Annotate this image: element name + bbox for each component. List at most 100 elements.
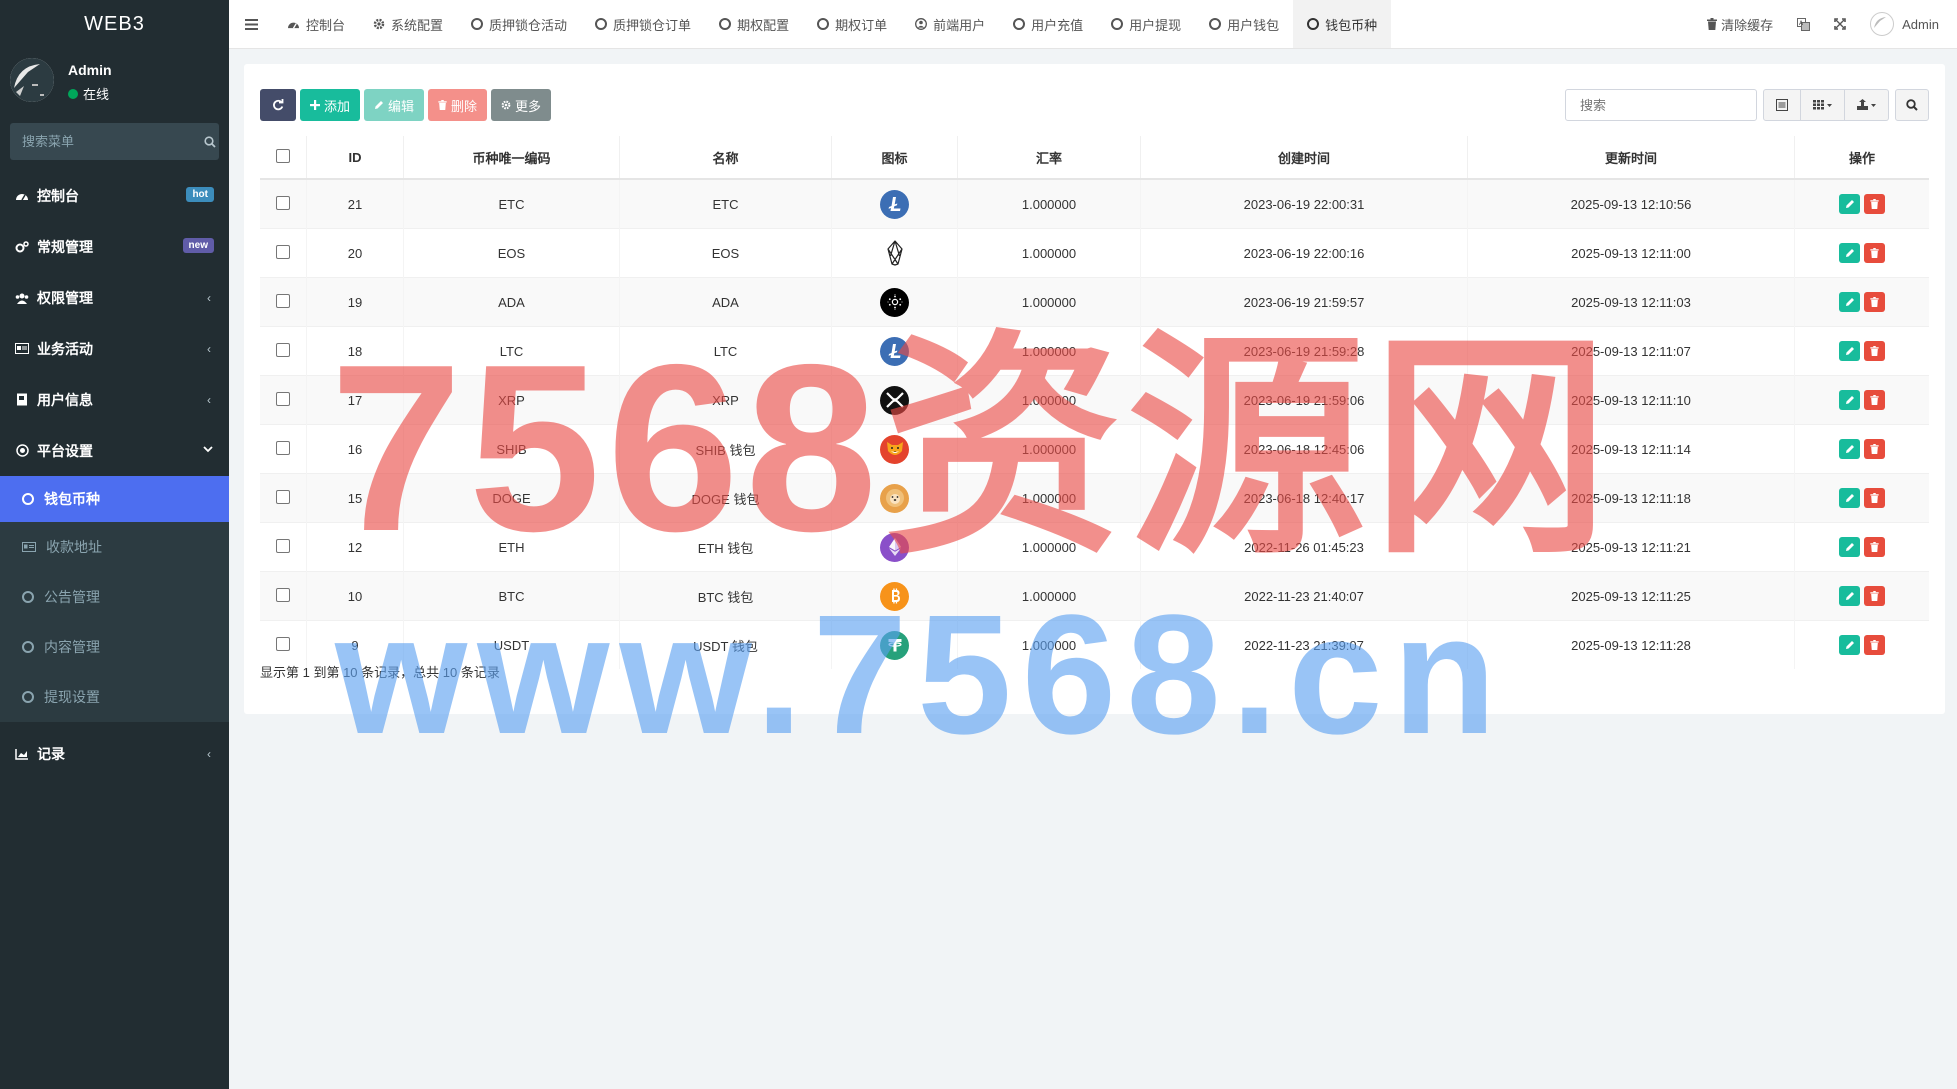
row-delete-button[interactable] [1864, 341, 1885, 361]
sidebar-item-records[interactable]: 记录 ‹ [0, 728, 229, 779]
col-header[interactable]: 图标 [831, 136, 958, 180]
row-checkbox[interactable] [276, 587, 290, 602]
add-button[interactable]: 添加 [300, 89, 361, 121]
row-checkbox[interactable] [276, 440, 290, 455]
table-search [1565, 89, 1757, 121]
sidebar-subitem-wallet-currency[interactable]: 钱包币种 [0, 476, 229, 522]
app-logo[interactable]: WEB3 [0, 0, 229, 48]
col-header[interactable]: 币种唯一编码 [403, 136, 620, 180]
col-header[interactable]: 创建时间 [1140, 136, 1468, 180]
row-delete-button[interactable] [1864, 243, 1885, 263]
tab-wallet-currency[interactable]: 钱包币种 [1293, 0, 1392, 48]
litecoin-icon [880, 336, 909, 366]
row-select-cell [260, 277, 307, 327]
sidebar-subitem-payment-address[interactable]: 收款地址 [0, 522, 229, 572]
row-edit-button[interactable] [1839, 439, 1860, 459]
refresh-button[interactable] [260, 89, 296, 121]
sidebar-item-permission[interactable]: 权限管理 ‹ [0, 272, 229, 323]
row-checkbox[interactable] [276, 293, 290, 308]
row-edit-button[interactable] [1839, 537, 1860, 557]
columns-button[interactable] [1801, 89, 1845, 121]
sidebar-item-business[interactable]: 业务活动 ‹ [0, 323, 229, 374]
col-header[interactable]: ID [306, 136, 404, 180]
row-checkbox[interactable] [276, 538, 290, 553]
tab-frontend-users[interactable]: 前端用户 [901, 0, 999, 48]
row-edit-button[interactable] [1839, 243, 1860, 263]
sidebar-search-input[interactable] [10, 133, 200, 150]
row-delete-button[interactable] [1864, 194, 1885, 214]
trash-icon [1870, 297, 1879, 307]
sidebar-item-dashboard[interactable]: 控制台 hot [0, 170, 229, 221]
row-checkbox[interactable] [276, 489, 290, 504]
row-delete-button[interactable] [1864, 537, 1885, 557]
tab-options-orders[interactable]: 期权订单 [803, 0, 901, 48]
table-row[interactable]: 17 XRP XRP 1.000000 2023-06-19 21:59:06 2025-… [260, 375, 1929, 425]
tab-system-config[interactable]: 系统配置 [359, 0, 457, 48]
select-all-header [260, 136, 307, 180]
row-edit-button[interactable] [1839, 341, 1860, 361]
row-delete-button[interactable] [1864, 488, 1885, 508]
table-row[interactable]: 12 ETH ETH 钱包 1.000000 2022-11-26 01:45:23 20… [260, 522, 1929, 572]
tab-staking-orders[interactable]: 质押锁仓订单 [581, 0, 705, 48]
table-row[interactable]: 21 ETC ETC 1.000000 2023-06-19 22:00:31 2025-… [260, 178, 1929, 229]
table-row[interactable]: 18 LTC LTC 1.000000 2023-06-19 21:59:28 2025-… [260, 326, 1929, 376]
search-button[interactable] [1895, 89, 1929, 121]
row-checkbox[interactable] [276, 342, 290, 357]
row-edit-button[interactable] [1839, 586, 1860, 606]
sidebar-subitem-content[interactable]: 内容管理 [0, 622, 229, 672]
tab-user-withdraw[interactable]: 用户提现 [1097, 0, 1195, 48]
row-checkbox[interactable] [276, 636, 290, 651]
table-search-input[interactable] [1578, 96, 1744, 114]
tab-options-config[interactable]: 期权配置 [705, 0, 803, 48]
tab-dashboard[interactable]: 控制台 [273, 0, 359, 48]
cell-name: ETH 钱包 [619, 522, 832, 572]
table-row[interactable]: 19 ADA ADA 1.000000 2023-06-19 21:59:57 2025-… [260, 277, 1929, 327]
row-edit-button[interactable] [1839, 488, 1860, 508]
trash-icon [438, 100, 447, 110]
tab-user-recharge[interactable]: 用户充值 [999, 0, 1097, 48]
row-delete-button[interactable] [1864, 635, 1885, 655]
row-checkbox[interactable] [276, 244, 290, 259]
col-header[interactable]: 名称 [619, 136, 832, 180]
admin-menu[interactable]: Admin [1858, 0, 1957, 48]
row-edit-button[interactable] [1839, 194, 1860, 214]
row-edit-button[interactable] [1839, 390, 1860, 410]
sidebar-item-platform[interactable]: 平台设置 [0, 425, 229, 476]
table-row[interactable]: 10 BTC BTC 钱包 1.000000 2022-11-23 21:40:07 20… [260, 571, 1929, 621]
tab-staking-activity[interactable]: 质押锁仓活动 [457, 0, 581, 48]
row-delete-button[interactable] [1864, 439, 1885, 459]
sidebar-item-general[interactable]: 常规管理 new [0, 221, 229, 272]
sidebar-item-userinfo[interactable]: 用户信息 ‹ [0, 374, 229, 425]
select-all-checkbox[interactable] [276, 148, 290, 163]
table-row[interactable]: 15 DOGE DOGE 钱包 1.000000 2023-06-18 12:40:17… [260, 473, 1929, 523]
row-checkbox[interactable] [276, 391, 290, 406]
row-edit-button[interactable] [1839, 292, 1860, 312]
col-header[interactable]: 汇率 [957, 136, 1141, 180]
table-row[interactable]: 16 SHIB SHIB 钱包 1.000000 2023-06-18 12:45:06… [260, 424, 1929, 474]
trash-icon [1870, 199, 1879, 209]
cardano-icon [880, 287, 909, 317]
edit-button[interactable]: 编辑 [364, 89, 425, 121]
tab-user-wallet[interactable]: 用户钱包 [1195, 0, 1293, 48]
delete-button[interactable]: 删除 [428, 89, 488, 121]
row-checkbox[interactable] [276, 195, 290, 210]
table-row[interactable]: 20 EOS EOS 1.000000 2023-06-19 22:00:16 2025-… [260, 228, 1929, 278]
cell-rate: 1.000000 [957, 277, 1141, 327]
row-delete-button[interactable] [1864, 292, 1885, 312]
col-header[interactable]: 更新时间 [1467, 136, 1795, 180]
menu-toggle-icon[interactable] [229, 0, 273, 48]
sidebar-subitem-withdraw-settings[interactable]: 提现设置 [0, 672, 229, 722]
table-row[interactable]: 9 USDT USDT 钱包 1.000000 2022-11-23 21:39:07 2… [260, 620, 1929, 669]
row-delete-button[interactable] [1864, 390, 1885, 410]
search-icon[interactable] [200, 135, 219, 148]
translate-icon[interactable]: A [1785, 0, 1822, 48]
row-edit-button[interactable] [1839, 635, 1860, 655]
more-button[interactable]: 更多 [491, 89, 552, 121]
row-delete-button[interactable] [1864, 586, 1885, 606]
fullscreen-icon[interactable] [1822, 0, 1858, 48]
export-button[interactable] [1845, 89, 1889, 121]
clear-cache-button[interactable]: 清除缓存 [1695, 0, 1785, 48]
sidebar-subitem-announcement[interactable]: 公告管理 [0, 572, 229, 622]
toggle-view-button[interactable] [1763, 89, 1801, 121]
circle-icon [22, 493, 34, 505]
